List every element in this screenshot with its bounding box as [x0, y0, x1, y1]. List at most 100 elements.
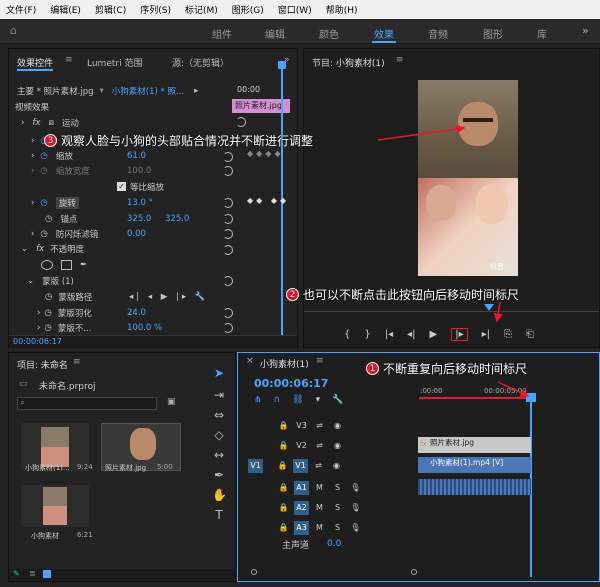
stopwatch-icon[interactable]: ◷ — [44, 323, 51, 333]
chevron-right-icon[interactable]: › — [31, 229, 34, 239]
rectangle-mask-icon[interactable] — [61, 259, 72, 270]
opacity-row[interactable]: ⌄ fx 不透明度 — [21, 241, 303, 256]
chevron-right-icon[interactable]: › — [37, 323, 40, 333]
chevron-down-icon[interactable]: ⌄ — [21, 244, 28, 254]
timeline-tab[interactable]: 小狗素材(1) — [260, 357, 309, 370]
uniform-scale-checkbox[interactable]: ✓ — [117, 182, 126, 191]
project-search-input[interactable]: ⌕ — [17, 397, 157, 410]
work-area-bar[interactable] — [419, 397, 531, 399]
reset-icon[interactable] — [223, 166, 233, 176]
program-scrubber[interactable] — [304, 311, 599, 312]
magnet-icon[interactable]: ∩ — [274, 395, 281, 405]
playhead-icon[interactable]: ▸ — [194, 86, 198, 96]
tab-source[interactable]: 源:（无剪辑） — [172, 56, 229, 69]
solo-button[interactable]: S — [330, 521, 345, 535]
home-icon[interactable]: ⌂ — [10, 24, 17, 37]
menu-help[interactable]: 帮助(H) — [326, 3, 358, 16]
timeline-timecode[interactable]: 00:00:06:17 — [254, 377, 328, 390]
write-lock-icon[interactable]: ✎ — [13, 569, 20, 578]
extract-icon[interactable]: ⎗ — [526, 329, 534, 340]
panel-menu-icon[interactable]: ≡ — [396, 55, 404, 65]
transform-icon[interactable]: ⧈ — [48, 118, 53, 128]
snap-icon[interactable]: ⋔ — [254, 395, 262, 405]
project-title[interactable]: 项目: 未命名 — [17, 358, 68, 371]
add-marker-icon[interactable]: ▾ — [316, 395, 321, 405]
motion-row[interactable]: › fx ⧈ 运动 — [21, 115, 303, 130]
menu-file[interactable]: 文件(F) — [6, 3, 36, 16]
mask-path-row[interactable]: ◷ 蒙版路径 ◂| ◂ ▶ |▸ 🔧 — [37, 289, 319, 304]
lock-icon[interactable]: 🔒 — [276, 439, 291, 453]
chevron-down-icon[interactable]: ▾ — [100, 86, 104, 96]
menu-clip[interactable]: 剪辑(C) — [95, 3, 126, 16]
clip-video-v1[interactable]: 小狗素材(1).mp4 [V] — [418, 457, 531, 473]
panel-menu-icon[interactable]: ≡ — [316, 356, 324, 366]
track-v1-label[interactable]: V1 — [293, 459, 308, 473]
flicker-value[interactable]: 0.00 — [127, 229, 146, 239]
solo-button[interactable]: S — [330, 481, 345, 495]
type-tool-icon[interactable]: T — [212, 508, 226, 522]
pen-tool-icon[interactable]: ✒ — [212, 468, 226, 482]
workspace-effects[interactable]: 效果 — [372, 26, 396, 43]
panel-menu-icon[interactable]: ≡ — [73, 357, 81, 367]
reset-icon[interactable] — [223, 245, 233, 255]
menu-edit[interactable]: 编辑(E) — [50, 3, 81, 16]
list-view-icon[interactable]: ≣ — [29, 569, 36, 578]
workspace-libraries[interactable]: 库 — [537, 26, 547, 41]
lift-icon[interactable]: ⎘ — [504, 329, 512, 340]
sequence-clip-label[interactable]: 小狗素材(1) * 照... — [112, 85, 184, 97]
sync-lock-icon[interactable]: ⇌ — [312, 419, 327, 433]
clip-photo-v2[interactable]: 照片素材.jpg — [418, 437, 531, 453]
pen-mask-icon[interactable]: ✒ — [80, 260, 87, 270]
go-to-in-icon[interactable]: |◂ — [385, 329, 393, 340]
keyframe-diamond-icons[interactable]: ◆◆◆◆ — [247, 149, 284, 158]
workspace-editing[interactable]: 编辑 — [265, 26, 285, 41]
workspace-assembly[interactable]: 组件 — [212, 26, 232, 41]
reset-icon[interactable] — [223, 308, 233, 318]
anchor-y-value[interactable]: 325.0 — [165, 214, 189, 224]
timeline-playhead-handle[interactable] — [526, 393, 536, 402]
chevron-down-icon[interactable]: ⌄ — [27, 276, 34, 286]
ripple-edit-tool-icon[interactable]: ⇔ — [212, 408, 226, 422]
workspace-color[interactable]: 颜色 — [319, 26, 339, 41]
lock-icon[interactable]: 🔒 — [276, 521, 291, 535]
menu-sequence[interactable]: 序列(S) — [140, 3, 171, 16]
panel-menu-icon[interactable]: ≡ — [65, 55, 73, 65]
scroll-handle-left[interactable] — [251, 569, 257, 575]
program-title[interactable]: 节目: 小狗素材(1) — [312, 56, 385, 69]
timeline-scrollbar[interactable] — [241, 567, 596, 577]
scroll-handle-right[interactable] — [411, 569, 417, 575]
effect-controls-timecode[interactable]: 00:00:06:17 — [13, 337, 62, 346]
tab-effect-controls[interactable]: 效果控件 — [17, 56, 54, 71]
track-a1-label[interactable]: A1 — [294, 481, 309, 495]
ellipse-mask-icon[interactable] — [41, 259, 53, 270]
reset-icon[interactable] — [223, 198, 233, 208]
lock-icon[interactable]: 🔒 — [275, 459, 290, 473]
reset-icon[interactable] — [223, 276, 233, 286]
eye-icon[interactable]: ◉ — [330, 439, 345, 453]
eye-icon[interactable]: ◉ — [330, 419, 345, 433]
keyframe-diamond-icons[interactable]: ◆◆ ◆◆ — [247, 196, 289, 205]
solo-button[interactable]: S — [330, 501, 345, 515]
stopwatch-icon[interactable]: ◷ — [40, 151, 47, 161]
rotation-value[interactable]: 13.0 ° — [127, 198, 153, 208]
lock-icon[interactable]: 🔒 — [276, 419, 291, 433]
mask-opacity-value[interactable]: 100.0 % — [127, 323, 162, 333]
eye-icon[interactable]: ◉ — [329, 459, 344, 473]
stopwatch-icon[interactable]: ◷ — [44, 308, 51, 318]
selection-tool-icon[interactable]: ➤ — [212, 366, 226, 380]
project-item-3-thumbnail[interactable] — [21, 485, 89, 527]
reset-icon[interactable] — [223, 214, 233, 224]
clip-audio-a1[interactable] — [418, 479, 531, 495]
stopwatch-icon[interactable]: ◷ — [45, 292, 52, 302]
play-icon[interactable]: ▶ — [430, 329, 438, 340]
chevron-right-icon[interactable]: › — [31, 151, 34, 161]
workspace-audio[interactable]: 音频 — [428, 26, 448, 41]
lock-icon[interactable]: 🔒 — [276, 481, 291, 495]
chevron-right-icon[interactable]: › — [37, 308, 40, 318]
reset-icon[interactable] — [223, 323, 233, 333]
track-a2-label[interactable]: A2 — [294, 501, 309, 515]
mark-in-icon[interactable]: { — [344, 329, 350, 340]
anchor-row[interactable]: ◷ 锚点 325.0 325.0 — [31, 211, 313, 226]
linked-selection-icon[interactable]: ⛓ — [292, 395, 303, 405]
menu-window[interactable]: 窗口(W) — [278, 3, 312, 16]
